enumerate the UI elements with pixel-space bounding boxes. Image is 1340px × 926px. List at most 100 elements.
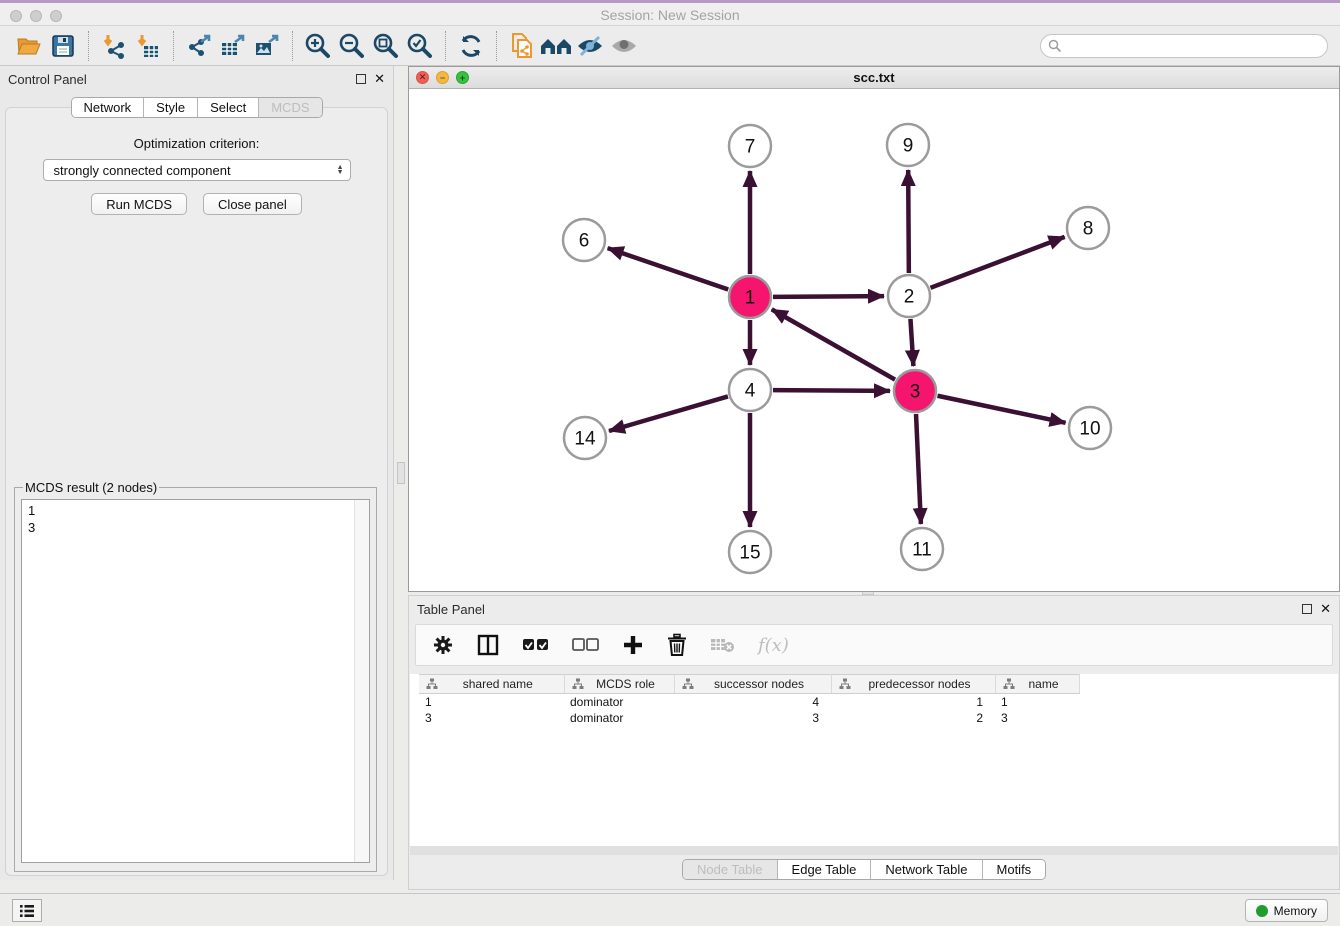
- network-canvas[interactable]: 7 9 6 8 1 2 4 3 14 10 15 11: [409, 89, 1339, 591]
- tab-select[interactable]: Select: [198, 98, 259, 117]
- column-header[interactable]: shared name: [419, 675, 564, 694]
- search-input[interactable]: [1040, 34, 1328, 58]
- table-cell[interactable]: 3: [419, 710, 564, 726]
- graph-node-1[interactable]: 1: [729, 276, 771, 318]
- clone-network-button[interactable]: [505, 30, 539, 62]
- add-column-button[interactable]: [622, 634, 644, 656]
- close-panel-button[interactable]: Close panel: [203, 193, 302, 215]
- table-cell[interactable]: 2: [831, 710, 995, 726]
- edge-3-1[interactable]: [772, 309, 895, 379]
- edge-2-8[interactable]: [931, 237, 1065, 288]
- result-scrollbar[interactable]: [354, 500, 369, 862]
- table-options-button[interactable]: [432, 634, 454, 656]
- deselect-all-columns-button[interactable]: [572, 638, 600, 652]
- select-all-columns-button[interactable]: [522, 638, 550, 652]
- table-cell[interactable]: 3: [995, 710, 1079, 726]
- zoom-fit-button[interactable]: [369, 30, 403, 62]
- graph-node-2[interactable]: 2: [888, 275, 930, 317]
- tab-edge-table[interactable]: Edge Table: [778, 860, 872, 879]
- graph-node-14[interactable]: 14: [564, 417, 606, 459]
- tab-mcds[interactable]: MCDS: [259, 98, 321, 117]
- console-button[interactable]: [12, 899, 42, 922]
- tab-network[interactable]: Network: [71, 98, 144, 117]
- attribute-icon: [682, 678, 694, 690]
- export-network-button[interactable]: [182, 30, 216, 62]
- graph-node-10[interactable]: 10: [1069, 407, 1111, 449]
- float-panel-icon[interactable]: [356, 74, 366, 84]
- column-layout-button[interactable]: [476, 633, 500, 657]
- network-view-window: ✕ − + scc.txt 7 9 6 8 1 2 4 3 14 10: [408, 66, 1340, 592]
- column-header[interactable]: predecessor nodes: [831, 675, 995, 694]
- graph-node-7[interactable]: 7: [729, 125, 771, 167]
- column-header[interactable]: successor nodes: [674, 675, 831, 694]
- table-row[interactable]: 1dominator411: [419, 694, 1079, 710]
- edge-4-3[interactable]: [773, 390, 890, 391]
- table-cell[interactable]: 1: [419, 694, 564, 710]
- edge-3-11[interactable]: [916, 414, 921, 524]
- control-panel-tabs: Network Style Select MCDS: [70, 97, 322, 118]
- float-table-panel-icon[interactable]: [1302, 604, 1312, 614]
- edge-1-6[interactable]: [608, 248, 729, 289]
- table-cell[interactable]: dominator: [564, 694, 674, 710]
- zoom-selected-icon: [406, 32, 434, 60]
- table-cell[interactable]: 3: [674, 710, 831, 726]
- table-cell[interactable]: dominator: [564, 710, 674, 726]
- search-field[interactable]: [1040, 34, 1328, 58]
- edge-2-3[interactable]: [910, 319, 913, 366]
- edge-3-10[interactable]: [938, 396, 1066, 423]
- network-window-title: scc.txt: [409, 70, 1339, 85]
- node-table-grid[interactable]: shared name MCDS role successor nodes pr…: [419, 674, 1080, 726]
- tab-node-table[interactable]: Node Table: [683, 860, 778, 879]
- graph-node-6[interactable]: 6: [563, 219, 605, 261]
- close-panel-icon[interactable]: ✕: [374, 74, 385, 84]
- graph-node-8[interactable]: 8: [1067, 207, 1109, 249]
- edge-4-14[interactable]: [609, 396, 728, 431]
- eye-slash-icon: [575, 33, 605, 59]
- import-network-button[interactable]: [97, 30, 131, 62]
- delete-table-icon: [710, 636, 736, 654]
- home-view-button[interactable]: [539, 30, 573, 62]
- graph-node-4[interactable]: 4: [729, 369, 771, 411]
- graph-node-9[interactable]: 9: [887, 124, 929, 166]
- gear-icon: [432, 634, 454, 656]
- table-row[interactable]: 3dominator323: [419, 710, 1079, 726]
- graph-node-15[interactable]: 15: [729, 531, 771, 573]
- vertical-splitter-handle[interactable]: [397, 462, 405, 484]
- mcds-result-group: MCDS result (2 nodes) 1 3: [14, 480, 377, 872]
- optimization-criterion-select[interactable]: strongly connected component ▲▼: [43, 159, 351, 181]
- delete-columns-button[interactable]: [666, 633, 688, 657]
- zoom-in-icon: [304, 32, 332, 60]
- table-cell[interactable]: 1: [831, 694, 995, 710]
- edge-2-9[interactable]: [908, 170, 909, 273]
- close-table-panel-icon[interactable]: ✕: [1320, 604, 1331, 614]
- graph-node-11[interactable]: 11: [901, 528, 943, 570]
- tab-style[interactable]: Style: [144, 98, 198, 117]
- column-label: shared name: [446, 677, 564, 691]
- tab-network-table[interactable]: Network Table: [871, 860, 982, 879]
- export-table-button[interactable]: [216, 30, 250, 62]
- memory-button[interactable]: Memory: [1245, 899, 1328, 922]
- table-cell[interactable]: 4: [674, 694, 831, 710]
- zoom-out-button[interactable]: [335, 30, 369, 62]
- import-table-button[interactable]: [131, 30, 165, 62]
- edge-1-2[interactable]: [773, 296, 884, 297]
- show-panels-button[interactable]: [607, 30, 641, 62]
- open-session-button[interactable]: [12, 30, 46, 62]
- column-header[interactable]: name: [995, 675, 1079, 694]
- network-window-titlebar[interactable]: ✕ − + scc.txt: [409, 67, 1339, 89]
- zoom-in-button[interactable]: [301, 30, 335, 62]
- save-session-button[interactable]: [46, 30, 80, 62]
- table-cell[interactable]: 1: [995, 694, 1079, 710]
- run-mcds-button[interactable]: Run MCDS: [91, 193, 187, 215]
- export-image-button[interactable]: [250, 30, 284, 62]
- toolbar-separator: [292, 31, 293, 61]
- tab-motifs[interactable]: Motifs: [983, 860, 1046, 879]
- export-table-icon: [219, 33, 247, 59]
- graph-node-3[interactable]: 3: [894, 370, 936, 412]
- network-graph[interactable]: 7 9 6 8 1 2 4 3 14 10 15 11: [409, 89, 1339, 591]
- zoom-selected-button[interactable]: [403, 30, 437, 62]
- refresh-view-button[interactable]: [454, 30, 488, 62]
- column-header[interactable]: MCDS role: [564, 675, 674, 694]
- hide-panels-button[interactable]: [573, 30, 607, 62]
- checked-boxes-icon: [522, 638, 550, 652]
